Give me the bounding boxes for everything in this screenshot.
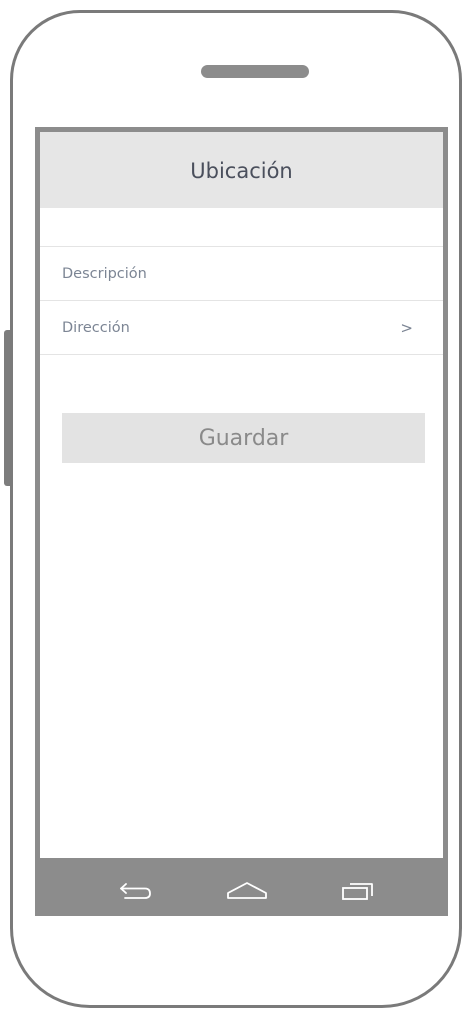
description-label: Descripción (62, 265, 147, 282)
page-title: Ubicación (190, 159, 293, 183)
home-button[interactable] (219, 870, 275, 910)
recent-apps-icon (342, 883, 373, 900)
divider (40, 354, 443, 355)
chevron-right-icon: > (400, 318, 413, 337)
app-screen: Ubicación Descripción Dirección > Guarda… (35, 127, 448, 916)
back-icon (120, 883, 151, 899)
address-field[interactable]: Dirección > (40, 301, 443, 354)
description-field[interactable]: Descripción (40, 247, 443, 300)
save-button[interactable]: Guardar (62, 413, 425, 463)
back-button[interactable] (108, 870, 164, 910)
phone-speaker (201, 65, 309, 78)
address-label: Dirección (62, 319, 130, 336)
home-icon (227, 882, 267, 899)
title-bar: Ubicación (40, 132, 443, 208)
navigation-bar (40, 858, 443, 916)
recent-apps-button[interactable] (329, 870, 385, 910)
